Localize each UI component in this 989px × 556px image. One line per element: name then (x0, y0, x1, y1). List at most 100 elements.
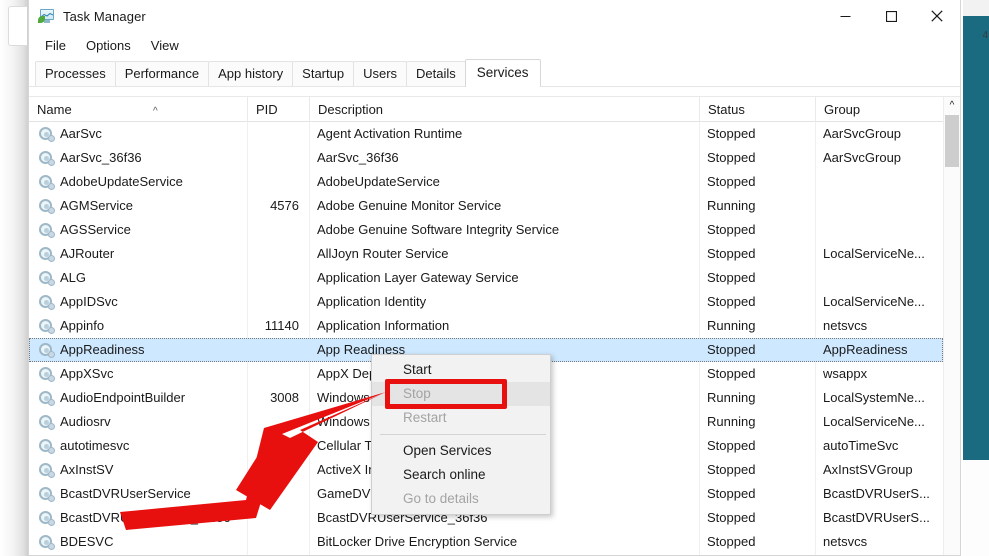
column-header-name[interactable]: Name ^ (29, 97, 247, 122)
column-header-pid[interactable]: PID (247, 96, 309, 122)
service-name-label: AJRouter (60, 246, 115, 261)
tab-content-gap (29, 87, 960, 96)
maximize-button[interactable] (868, 0, 914, 32)
cell-group: autoTimeSvc (823, 438, 899, 453)
table-row[interactable]: Appinfo 11140 Application Information Runni… (29, 314, 943, 338)
tab-details[interactable]: Details (406, 61, 466, 87)
cell-pid (247, 338, 309, 362)
cell-status: Running (707, 414, 756, 429)
menu-item-file[interactable]: File (35, 35, 76, 56)
context-menu-item[interactable]: Search online (372, 463, 550, 487)
cell-pid: 4576 (270, 198, 299, 213)
desktop-left-strip (0, 0, 28, 556)
cell-name: AarSvc_36f36 (29, 146, 247, 170)
minimize-button[interactable] (822, 0, 868, 32)
tab-performance[interactable]: Performance (114, 61, 210, 87)
tab-app-history[interactable]: App history (208, 61, 294, 87)
service-name-label: AudioEndpointBuilder (60, 390, 186, 405)
cell-name: AudioEndpointBuilder (29, 386, 247, 410)
table-row[interactable]: ALG Application Layer Gateway Service Stop… (29, 266, 943, 290)
close-icon (931, 10, 943, 22)
cell-name: AGMService (29, 194, 247, 218)
context-menu-item[interactable]: Open Services (372, 439, 550, 463)
cell-group: LocalServiceNe... (823, 294, 925, 309)
table-row[interactable]: AJRouter AllJoyn Router Service Stopped Loc… (29, 242, 943, 266)
context-menu-separator (380, 434, 546, 435)
cell-pid (247, 218, 309, 242)
cell-name: BcastDVRUserService_36f36 (29, 506, 247, 530)
service-name-label: ALG (60, 270, 87, 285)
table-row[interactable]: BDESVC BitLocker Drive Encryption Service… (29, 530, 943, 554)
cell-pid (247, 410, 309, 434)
cell-group: LocalSystemNe... (823, 390, 925, 405)
service-name-label: AGMService (60, 198, 133, 213)
cell-status: Stopped (707, 126, 756, 141)
table-header-row: Name ^ PID Description Status Group (29, 96, 943, 122)
cell-status: Stopped (707, 150, 756, 165)
service-gear-icon (39, 342, 55, 358)
cell-description: BitLocker Drive Encryption Service (317, 534, 518, 549)
menu-item-options[interactable]: Options (76, 35, 141, 56)
service-name-label: BcastDVRUserService_36f36 (60, 510, 231, 525)
tab-startup[interactable]: Startup (292, 61, 355, 87)
cell-pid (247, 242, 309, 266)
tab-services[interactable]: Services (464, 59, 541, 88)
column-header-name-label: Name (37, 101, 72, 117)
service-gear-icon (39, 390, 55, 406)
cell-pid (247, 146, 309, 170)
edge-label-number: 4 (982, 30, 988, 41)
table-row[interactable]: AarSvc_36f36 AarSvc_36f36 Stopped AarSvcGro… (29, 146, 943, 170)
column-header-group[interactable]: Group (815, 96, 943, 122)
cell-status: Stopped (707, 534, 756, 549)
service-gear-icon (39, 318, 55, 334)
scrollbar-thumb[interactable] (945, 115, 959, 167)
table-row[interactable]: AdobeUpdateService AdobeUpdateService Stop… (29, 170, 943, 194)
service-gear-icon (39, 174, 55, 190)
background-window-tab[interactable] (8, 6, 27, 46)
cell-description: AllJoyn Router Service (317, 246, 449, 261)
cell-pid: 11140 (264, 318, 299, 333)
cell-status: Stopped (707, 366, 756, 381)
service-gear-icon (39, 534, 55, 550)
cell-status: Running (707, 318, 756, 333)
cell-description: Application Identity (317, 294, 427, 309)
tab-strip: Processes Performance App history Startu… (29, 58, 960, 88)
cell-description: Application Layer Gateway Service (317, 270, 519, 285)
cell-name: Audiosrv (29, 410, 247, 434)
service-name-label: BcastDVRUserService (60, 486, 191, 501)
cell-group: AarSvcGroup (823, 126, 902, 141)
close-button[interactable] (914, 0, 960, 32)
scroll-up-arrow-icon[interactable]: ^ (944, 97, 960, 114)
cell-status: Running (707, 198, 756, 213)
cell-pid (247, 170, 309, 194)
service-name-label: AarSvc_36f36 (60, 150, 142, 165)
service-gear-icon (39, 270, 55, 286)
sort-ascending-icon: ^ (153, 105, 158, 117)
service-gear-icon (39, 222, 55, 238)
menu-bar: File Options View (29, 32, 960, 58)
tab-processes[interactable]: Processes (35, 61, 116, 87)
minimize-icon (840, 15, 850, 17)
table-row[interactable]: AarSvc Agent Activation Runtime Stopped Aar… (29, 122, 943, 146)
cell-name: AarSvc (29, 122, 247, 146)
table-row[interactable]: AppIDSvc Application Identity Stopped Local… (29, 290, 943, 314)
menu-item-view[interactable]: View (141, 35, 189, 56)
vertical-scrollbar[interactable]: ^ (943, 97, 960, 555)
context-menu-item: Restart (403, 410, 447, 425)
cell-group: AarSvcGroup (823, 150, 902, 165)
cell-name: AdobeUpdateService (29, 170, 247, 194)
cell-name: AppXSvc (29, 362, 247, 386)
column-header-status[interactable]: Status (699, 96, 815, 122)
cell-status: Stopped (707, 510, 756, 525)
cell-group: LocalServiceNe... (823, 246, 925, 261)
service-name-label: AppXSvc (60, 366, 114, 381)
maximize-icon (885, 10, 897, 22)
cell-group: AppReadiness (823, 342, 908, 357)
table-row[interactable]: AGMService 4576 Adobe Genuine Monitor Serv… (29, 194, 943, 218)
column-header-description[interactable]: Description (309, 96, 699, 122)
table-row[interactable]: AGSService Adobe Genuine Software Integri… (29, 218, 943, 242)
service-gear-icon (39, 438, 55, 454)
service-gear-icon (39, 294, 55, 310)
red-highlight-box-stop (385, 379, 507, 409)
tab-users[interactable]: Users (353, 61, 408, 87)
